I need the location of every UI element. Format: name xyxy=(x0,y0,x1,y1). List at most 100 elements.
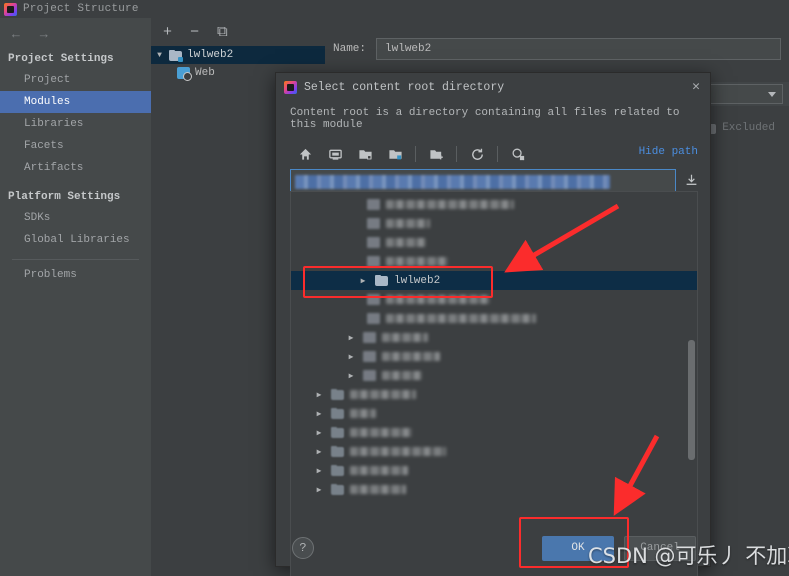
sidebar-item-sdks[interactable]: SDKs xyxy=(0,207,151,229)
folder-icon xyxy=(367,237,380,248)
list-item-label xyxy=(386,200,514,209)
sidebar-item-problems[interactable]: Problems xyxy=(0,264,151,286)
path-redacted-text xyxy=(295,175,610,189)
web-facet-icon xyxy=(177,67,192,81)
sidebar-item-facets[interactable]: Facets xyxy=(0,135,151,157)
toolbar-separator xyxy=(456,146,457,162)
folder-icon xyxy=(331,484,344,495)
file-icon xyxy=(363,370,376,381)
chevron-right-icon[interactable]: ▶ xyxy=(345,352,357,362)
chevron-right-icon[interactable]: ▶ xyxy=(313,409,325,419)
sidebar-item-global-libraries[interactable]: Global Libraries xyxy=(0,229,151,251)
tree-item-label: lwlweb2 xyxy=(187,49,234,61)
intellij-logo-icon xyxy=(284,80,297,94)
add-module-button[interactable]: + xyxy=(163,25,172,40)
list-item[interactable]: ▶ xyxy=(291,347,697,366)
desktop-icon[interactable] xyxy=(320,142,350,166)
list-item[interactable] xyxy=(291,309,697,328)
toolbar-separator xyxy=(415,146,416,162)
new-folder-icon[interactable] xyxy=(421,142,451,166)
intellij-logo-icon xyxy=(4,2,17,16)
list-item-label xyxy=(350,428,412,437)
dialog-title: Select content root directory xyxy=(304,80,505,94)
list-item[interactable] xyxy=(291,233,697,252)
chevron-right-icon[interactable]: ▶ xyxy=(313,466,325,476)
directory-tree[interactable]: ▶ lwlweb2 ▶ ▶ ▶ ▶ ▶ ▶ ▶ ▶ ▶ xyxy=(290,191,698,576)
refresh-icon[interactable] xyxy=(462,142,492,166)
show-hidden-icon[interactable] xyxy=(503,142,533,166)
folder-icon xyxy=(367,218,380,229)
module-folder-icon[interactable] xyxy=(380,142,410,166)
list-item[interactable]: ▶ xyxy=(291,461,697,480)
chevron-right-icon[interactable]: ▶ xyxy=(313,390,325,400)
page-title: Project Structure xyxy=(23,3,139,15)
list-item[interactable] xyxy=(291,195,697,214)
list-item-label xyxy=(386,257,448,266)
name-label: Name: xyxy=(333,43,367,55)
list-item[interactable]: ▶ xyxy=(291,328,697,347)
folder-icon xyxy=(331,408,344,419)
list-item-label xyxy=(382,352,440,361)
folder-icon xyxy=(363,332,376,343)
chevron-right-icon[interactable]: ▶ xyxy=(313,428,325,438)
home-icon[interactable] xyxy=(290,142,320,166)
list-item[interactable]: ▶ xyxy=(291,385,697,404)
list-item[interactable] xyxy=(291,214,697,233)
dialog-subtitle: Content root is a directory containing a… xyxy=(290,107,680,131)
remove-module-button[interactable]: − xyxy=(190,25,199,40)
list-item-label xyxy=(386,238,426,247)
project-folder-icon[interactable] xyxy=(350,142,380,166)
list-item-label xyxy=(382,371,422,380)
folder-icon xyxy=(367,199,380,210)
select-content-root-dialog: Select content root directory ✕ Content … xyxy=(275,72,711,576)
copy-module-button[interactable]: ⧉ xyxy=(217,25,228,40)
list-item[interactable]: ▶ xyxy=(291,480,697,499)
list-item[interactable]: ▶ xyxy=(291,366,697,385)
list-item-label xyxy=(386,219,430,228)
sidebar-item-project[interactable]: Project xyxy=(0,69,151,91)
chevron-right-icon[interactable]: ▶ xyxy=(313,485,325,495)
expand-path-icon[interactable] xyxy=(684,173,698,191)
project-structure-window: Project Structure ← → Project Settings P… xyxy=(0,0,789,576)
hide-path-link[interactable]: Hide path xyxy=(639,146,698,158)
list-item[interactable]: ▶ xyxy=(291,404,697,423)
toolbar-separator xyxy=(497,146,498,162)
folder-icon xyxy=(363,351,376,362)
sidebar-heading-project-settings: Project Settings xyxy=(8,53,114,65)
table-row[interactable]: ▼ lwlweb2 xyxy=(151,46,325,64)
tree-scrollbar[interactable] xyxy=(688,340,695,460)
list-item-label xyxy=(350,466,408,475)
list-item[interactable]: ▶ xyxy=(291,442,697,461)
sidebar-heading-platform-settings: Platform Settings xyxy=(8,191,121,203)
list-item-label xyxy=(350,447,446,456)
sidebar-item-artifacts[interactable]: Artifacts xyxy=(0,157,151,179)
folder-icon xyxy=(331,427,344,438)
tree-item-label: Web xyxy=(195,67,215,79)
sidebar-item-modules[interactable]: Modules xyxy=(0,91,151,113)
window-titlebar: Project Structure xyxy=(0,0,789,18)
module-name-row: Name: lwlweb2 xyxy=(325,18,789,60)
close-icon[interactable]: ✕ xyxy=(692,80,700,93)
settings-sidebar: ← → Project Settings Project Modules Lib… xyxy=(0,18,151,576)
excluded-label: Excluded xyxy=(722,122,775,134)
folder-icon xyxy=(331,465,344,476)
folder-icon xyxy=(331,389,344,400)
sidebar-divider xyxy=(12,259,139,260)
annotation-box-selected-folder xyxy=(303,266,493,298)
chevron-down-icon[interactable] xyxy=(768,91,776,97)
module-folder-icon xyxy=(169,49,183,62)
sidebar-item-libraries[interactable]: Libraries xyxy=(0,113,151,135)
modules-toolbar: + − ⧉ xyxy=(151,18,325,44)
chevron-right-icon[interactable]: ▶ xyxy=(313,447,325,457)
list-item[interactable]: ▶ xyxy=(291,423,697,442)
chevron-right-icon[interactable]: ▶ xyxy=(345,333,357,343)
list-item-label xyxy=(350,390,416,399)
folder-icon xyxy=(331,446,344,457)
help-button[interactable]: ? xyxy=(292,537,314,559)
module-name-input[interactable]: lwlweb2 xyxy=(376,38,781,60)
chevron-right-icon[interactable]: ▶ xyxy=(345,371,357,381)
arrow-left-icon[interactable]: ← xyxy=(12,28,20,41)
list-item-label xyxy=(350,485,406,494)
chevron-down-icon[interactable]: ▼ xyxy=(155,51,164,60)
arrow-right-icon[interactable]: → xyxy=(40,28,48,41)
